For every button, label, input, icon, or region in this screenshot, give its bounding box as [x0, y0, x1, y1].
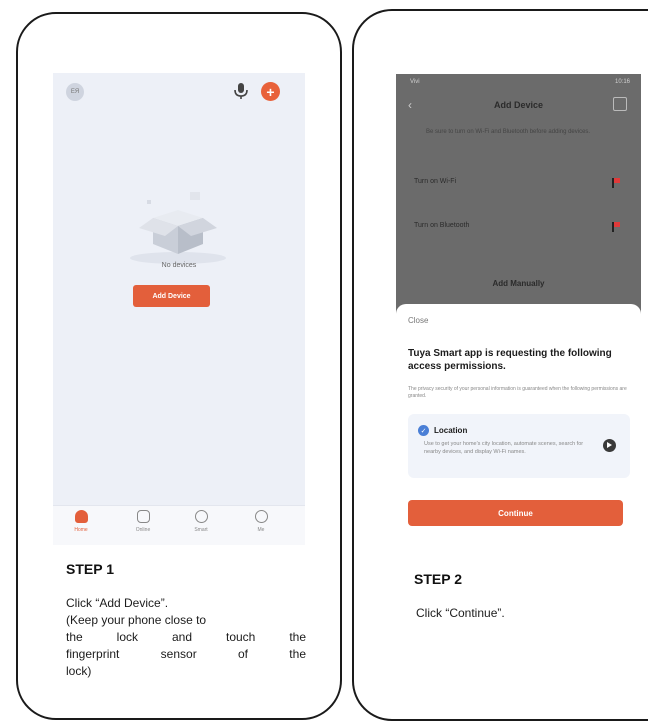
chevron-right-icon[interactable] [603, 439, 616, 452]
flag-icon [612, 178, 620, 188]
tab-home[interactable]: Home [61, 510, 101, 533]
empty-box-icon [130, 192, 226, 264]
step-1-caption: Click “Add Device”. (Keep your phone clo… [66, 596, 306, 679]
microphone-icon[interactable] [233, 82, 249, 100]
step-2-phone-screen: Vivi 10:16 ‹ Add Device Be sure to turn … [396, 74, 641, 541]
step-1-phone-screen: ЕЯ + No devices Add Device Home Online S… [53, 73, 305, 545]
avatar[interactable]: ЕЯ [66, 83, 84, 101]
bluetooth-row[interactable]: Turn on Bluetooth [414, 222, 624, 236]
step-2-title: STEP 2 [414, 571, 462, 587]
bluetooth-hint: Be sure to turn on Wi-Fi and Bluetooth b… [426, 129, 591, 135]
scene-icon [136, 510, 150, 523]
location-check-icon: ✓ [418, 425, 429, 436]
bottom-tab-bar: Home Online Smart Me [53, 505, 305, 545]
permission-heading: Tuya Smart app is requesting the followi… [408, 348, 612, 372]
step-1-title: STEP 1 [66, 561, 114, 577]
add-manually-label[interactable]: Add Manually [396, 279, 641, 288]
add-plus-icon[interactable]: + [261, 82, 280, 101]
permission-sheet: Close Tuya Smart app is requesting the f… [396, 304, 641, 541]
screen-title: Add Device [493, 100, 544, 110]
home-icon [74, 510, 88, 523]
tab-smart[interactable]: Smart [181, 510, 221, 533]
flag-icon [612, 222, 620, 232]
profile-icon [254, 510, 268, 523]
continue-button[interactable]: Continue [408, 500, 623, 526]
no-devices-text: No devices [161, 262, 197, 269]
tab-online[interactable]: Online [123, 510, 163, 533]
scan-icon[interactable] [613, 97, 627, 111]
step-2-caption: Click “Continue”. [416, 606, 505, 620]
status-bar: Vivi 10:16 [410, 79, 630, 85]
permission-subtext: The privacy security of your personal in… [408, 386, 627, 399]
location-permission-card[interactable]: ✓ Location Use to get your home's city l… [408, 414, 630, 478]
smart-icon [194, 510, 208, 523]
location-description: Use to get your home's city location, au… [424, 441, 584, 455]
tab-me[interactable]: Me [241, 510, 281, 533]
location-title: Location [434, 426, 468, 435]
close-button[interactable]: Close [408, 316, 428, 325]
add-device-button[interactable]: Add Device [133, 285, 210, 307]
wifi-row[interactable]: Turn on Wi-Fi [414, 178, 624, 192]
